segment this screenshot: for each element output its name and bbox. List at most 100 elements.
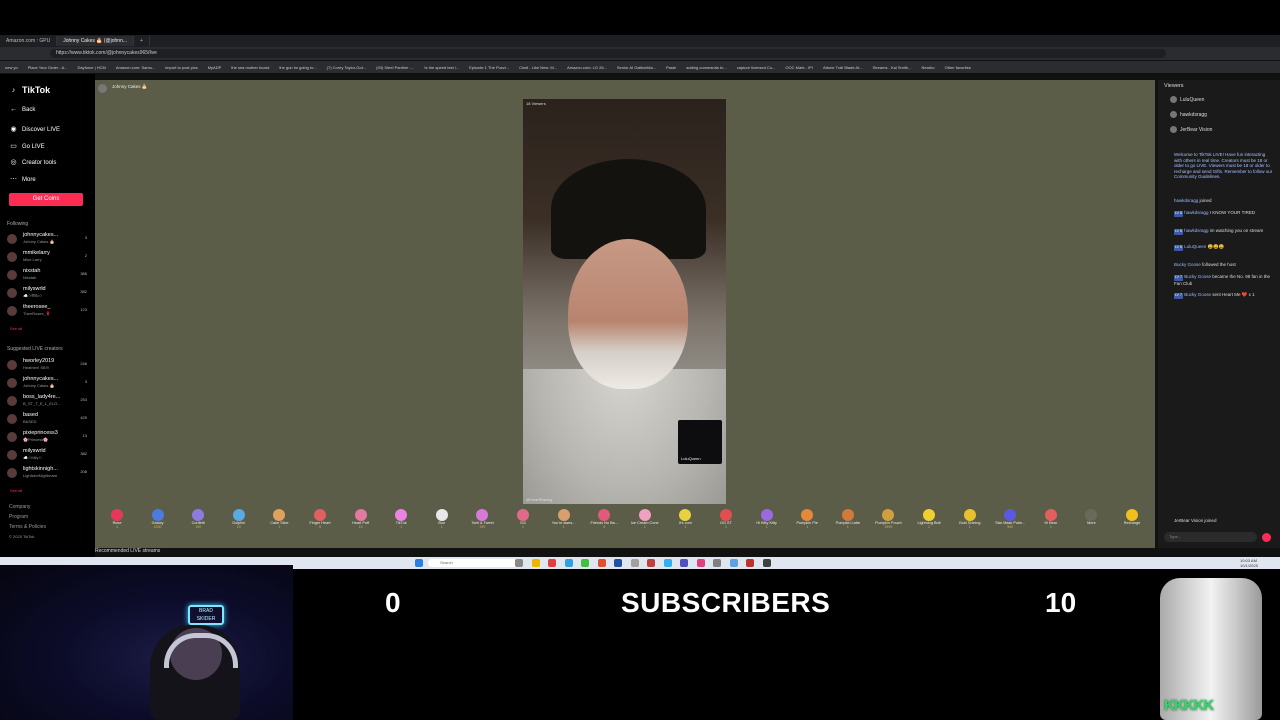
- following-item[interactable]: theerosee_ TheeRosee_🌹 123: [7, 304, 87, 318]
- gift-item[interactable]: Confetti 100: [180, 507, 216, 529]
- gift-item[interactable]: Hi Bear 1: [1033, 507, 1069, 529]
- taskbar-app-icon[interactable]: [581, 559, 589, 567]
- taskbar-app-icon[interactable]: [729, 559, 738, 567]
- bookmark-item[interactable]: the gun im going to...: [274, 65, 321, 70]
- bookmark-item[interactable]: Nearbo: [916, 65, 939, 70]
- following-item[interactable]: milyswrld ☁️✩𝔐𝔦𝔩𝔶✩ 382: [7, 286, 87, 300]
- taskbar-app-icon[interactable]: [696, 559, 705, 567]
- taskbar-app-icon[interactable]: [663, 559, 672, 567]
- see-all-suggested-link[interactable]: See all: [10, 488, 22, 493]
- gift-item[interactable]: Pumpkin Pouch 2999: [870, 507, 906, 529]
- gift-item[interactable]: Finger Heart 5: [302, 507, 338, 529]
- get-coins-button[interactable]: Get Coins: [9, 193, 83, 206]
- footer-company[interactable]: Company: [9, 504, 30, 510]
- following-item[interactable]: johnnycakes... Johnny Cakes 🎂 3: [7, 232, 87, 246]
- bookmark-item[interactable]: Attune Trail Blade At...: [818, 65, 868, 70]
- windows-start-icon[interactable]: [415, 559, 423, 567]
- chat-username[interactable]: hawkdsragg: [1184, 228, 1208, 233]
- chat-username[interactable]: Bucky Goose: [1184, 292, 1211, 297]
- bookmark-item[interactable]: Amazon.com: LG 26...: [562, 65, 612, 70]
- tiktok-logo[interactable]: ♪ TikTok: [10, 85, 50, 95]
- nav-more[interactable]: ⋯ More: [10, 176, 36, 183]
- bookmark-item[interactable]: Streams - Kai Smith...: [868, 65, 917, 70]
- gift-item[interactable]: Rose 1: [99, 507, 135, 529]
- footer-program[interactable]: Program: [9, 514, 28, 520]
- taskbar-app-icon[interactable]: [531, 559, 540, 567]
- bookmark-item[interactable]: (7) Corey Taylor-Got...: [322, 65, 372, 70]
- bookmark-item[interactable]: Dayforce | HCM: [73, 65, 111, 70]
- bookmark-item[interactable]: OOC Mark - IPI: [780, 65, 818, 70]
- bookmark-item[interactable]: Place Your Order - A...: [23, 65, 73, 70]
- like-heart-button[interactable]: [1262, 533, 1271, 542]
- taskbar-clock[interactable]: 10:03 AM 10/1/2025: [1240, 558, 1258, 568]
- bookmark-item[interactable]: Senior AI GatitunMa...: [612, 65, 661, 70]
- suggested-item[interactable]: boss_lady4re... B_ST_T_E_L_ELO... 253: [7, 394, 87, 408]
- bookmark-item[interactable]: capture licensed Co...: [732, 65, 781, 70]
- gift-item[interactable]: Recharge: [1114, 507, 1150, 525]
- chat-username[interactable]: Bucky Goose: [1174, 262, 1201, 267]
- nav-discover-live[interactable]: ◉ Discover LIVE: [10, 126, 60, 133]
- viewer-item[interactable]: JerBear Vision: [1170, 126, 1212, 133]
- following-item[interactable]: mmikelarry Mike Larry 2: [7, 250, 87, 264]
- tab-tiktok[interactable]: Johnny Cakes 🎂 (@johnn...: [57, 36, 135, 46]
- gift-item[interactable]: More: [1073, 507, 1109, 525]
- bookmark-item[interactable]: the sea mother board: [226, 65, 274, 70]
- gift-item[interactable]: GG 1: [505, 507, 541, 529]
- bookmark-item[interactable]: import to post pics: [160, 65, 202, 70]
- taskbar-app-icon[interactable]: [548, 559, 556, 567]
- gift-item[interactable]: Gold Shining 1: [952, 507, 988, 529]
- taskbar-search[interactable]: Search: [428, 559, 520, 567]
- taskbar-app-icon[interactable]: [680, 559, 688, 567]
- gift-item[interactable]: Lightning Bolt 1: [911, 507, 947, 529]
- bookmark-item[interactable]: Episode 1 The Puzzl...: [464, 65, 514, 70]
- gift-item[interactable]: Hi Kitty Kitty 1: [749, 507, 785, 529]
- suggested-item[interactable]: milyswrld ☁️✩Mily✩ 382: [7, 448, 87, 462]
- suggested-item[interactable]: lightskinnigh... LightskinNightmare 208: [7, 466, 87, 480]
- see-all-following-link[interactable]: See all: [10, 326, 22, 331]
- viewer-item[interactable]: LuluQueen: [1170, 96, 1204, 103]
- new-tab-button[interactable]: +: [134, 36, 150, 46]
- bookmark-item[interactable]: MyADP: [203, 65, 227, 70]
- bookmark-item[interactable]: adding commands to...: [681, 65, 731, 70]
- viewer-item[interactable]: hawkdsragg: [1170, 111, 1207, 118]
- suggested-item[interactable]: hworley2019 Heathen! SB!!! 246: [7, 358, 87, 372]
- taskbar-app-icon[interactable]: [746, 559, 754, 567]
- gift-item[interactable]: TikTok 1: [383, 507, 419, 529]
- bookmark-item[interactable]: new yo: [0, 65, 23, 70]
- gift-item[interactable]: GG ST 1: [708, 507, 744, 529]
- chat-input[interactable]: Type...: [1164, 532, 1257, 542]
- suggested-item[interactable]: based BASED 425: [7, 412, 87, 426]
- bookmark-item[interactable]: (93) Steel Panther -...: [371, 65, 419, 70]
- chat-username[interactable]: Bucky Goose: [1184, 274, 1211, 279]
- taskbar-app-icon[interactable]: [762, 559, 771, 567]
- gift-item[interactable]: Pumpkin Latte 1: [830, 507, 866, 529]
- gift-item[interactable]: It's corn 1: [667, 507, 703, 529]
- chat-username[interactable]: hawkdsragg: [1184, 210, 1208, 215]
- bookmark-item[interactable]: Paste: [661, 65, 681, 70]
- taskbar-app-icon[interactable]: [647, 559, 655, 567]
- nav-go-live[interactable]: ▭ Go LIVE: [10, 143, 45, 150]
- suggested-item[interactable]: pixieprincess3 🌸Princess🌸 13: [7, 430, 87, 444]
- gift-item[interactable]: Heart Puff 10: [343, 507, 379, 529]
- gift-item[interactable]: Pumpkin Pie 1: [789, 507, 825, 529]
- following-item[interactable]: nixstah Nixstah 386: [7, 268, 87, 282]
- tab-amazon[interactable]: Amazon.com : GPU: [0, 36, 58, 46]
- back-button[interactable]: ← Back: [10, 106, 35, 113]
- taskbar-app-icon[interactable]: [630, 559, 639, 567]
- gift-item[interactable]: Ice Cream Cone 1: [627, 507, 663, 529]
- gift-item[interactable]: Dolphin 10: [221, 507, 257, 529]
- bookmark-item[interactable]: Cindi - Like New: M...: [514, 65, 562, 70]
- gift-item[interactable]: You're awes... 1: [546, 507, 582, 529]
- gift-item[interactable]: Cake Slice 1: [261, 507, 297, 529]
- chat-username[interactable]: LuluQueen: [1184, 244, 1206, 249]
- suggested-item[interactable]: johnnycakes... Johnny Cakes 🎂 3: [7, 376, 87, 390]
- gift-item[interactable]: Twirl & Tweet 299: [464, 507, 500, 529]
- bookmark-item[interactable]: Amazon.com: Samu...: [111, 65, 160, 70]
- taskbar-app-icon[interactable]: [564, 559, 573, 567]
- gift-item[interactable]: Star Mask Poke... 500: [992, 507, 1028, 529]
- url-input[interactable]: https://www.tiktok.com/@johnnycakes965/l…: [50, 49, 1166, 58]
- gift-item[interactable]: Boo 1: [424, 507, 460, 529]
- chat-username[interactable]: hawkdsragg: [1174, 198, 1198, 203]
- taskbar-app-icon[interactable]: [515, 559, 523, 567]
- taskbar-app-icon[interactable]: [713, 559, 721, 567]
